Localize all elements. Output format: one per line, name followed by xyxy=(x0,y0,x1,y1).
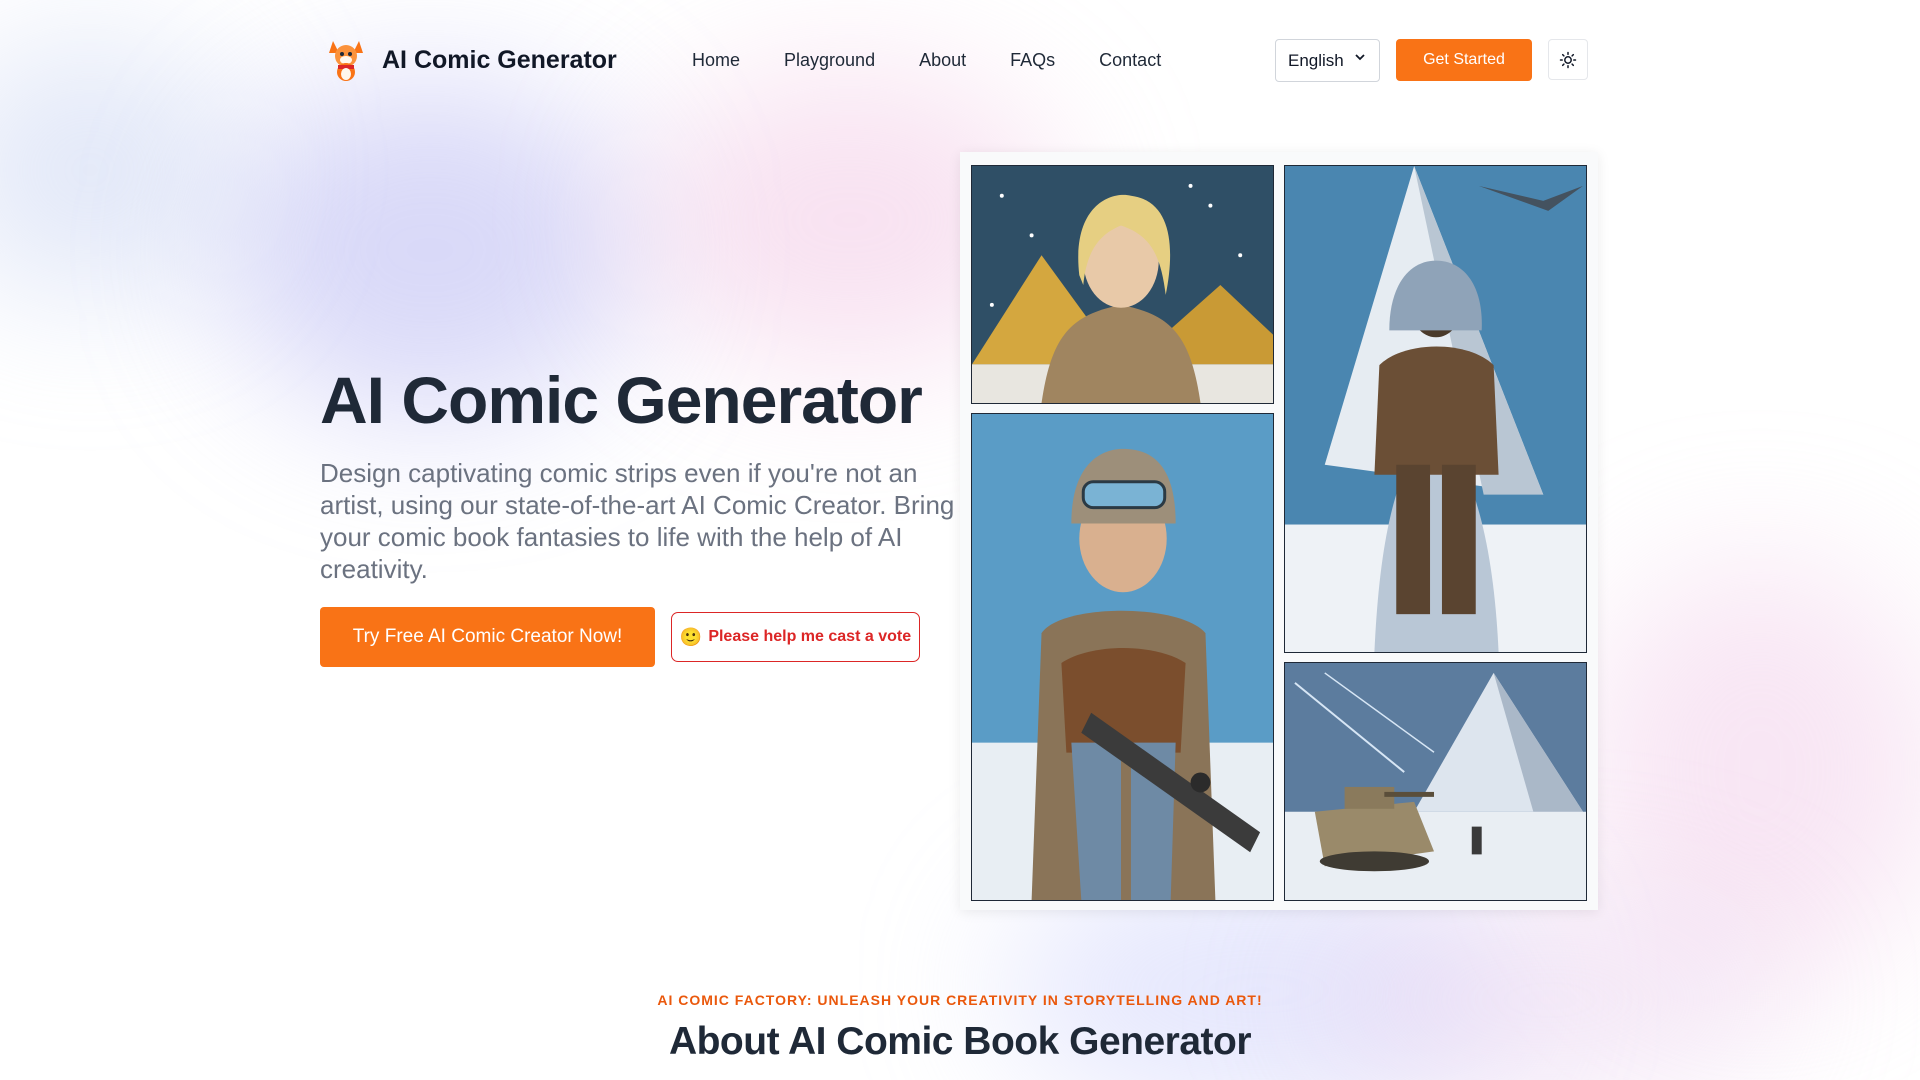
hero-subtitle: Design captivating comic strips even if … xyxy=(320,458,955,584)
soldier-with-rifle-panel xyxy=(971,413,1274,901)
language-selected-value: English xyxy=(1288,50,1344,70)
nav-home[interactable]: Home xyxy=(692,50,740,71)
language-select[interactable]: English xyxy=(1275,39,1380,82)
about-section-title: About AI Comic Book Generator xyxy=(668,1020,1252,1063)
nav-playground[interactable]: Playground xyxy=(784,50,875,71)
about-eyebrow: AI COMIC FACTORY: UNLEASH YOUR CREATIVIT… xyxy=(657,992,1263,1008)
hooded-warrior-snow-pyramid-panel xyxy=(1284,165,1587,653)
brand-link[interactable]: AI Comic Generator xyxy=(320,32,617,88)
hero-title: AI Comic Generator xyxy=(320,363,923,437)
chevron-down-icon xyxy=(1355,54,1365,61)
nav-about[interactable]: About xyxy=(919,50,966,71)
tank-near-pyramid-panel xyxy=(1284,662,1587,901)
smile-emoji-icon: 🙂 xyxy=(679,626,703,647)
comic-grid xyxy=(960,152,1598,910)
background-blur-blob xyxy=(1580,560,1920,980)
brand-name: AI Comic Generator xyxy=(382,45,617,74)
vote-badge-link[interactable]: 🙂 Please help me cast a vote xyxy=(671,612,920,662)
background-blur-blob xyxy=(0,40,240,300)
nav-faqs[interactable]: FAQs xyxy=(1010,50,1055,71)
try-free-cta-button[interactable]: Try Free AI Comic Creator Now! xyxy=(320,607,655,667)
main-nav: Home Playground About FAQs Contact xyxy=(692,32,1161,88)
site-header: AI Comic Generator Home Playground About… xyxy=(320,32,1588,88)
fox-mascot-icon xyxy=(329,41,363,81)
get-started-button[interactable]: Get Started xyxy=(1396,39,1532,81)
vote-badge-label: Please help me cast a vote xyxy=(708,628,912,645)
sun-icon xyxy=(1559,51,1577,68)
theme-toggle-button[interactable] xyxy=(1548,39,1588,80)
nav-contact[interactable]: Contact xyxy=(1099,50,1161,71)
blonde-woman-pyramids-panel xyxy=(971,165,1274,404)
